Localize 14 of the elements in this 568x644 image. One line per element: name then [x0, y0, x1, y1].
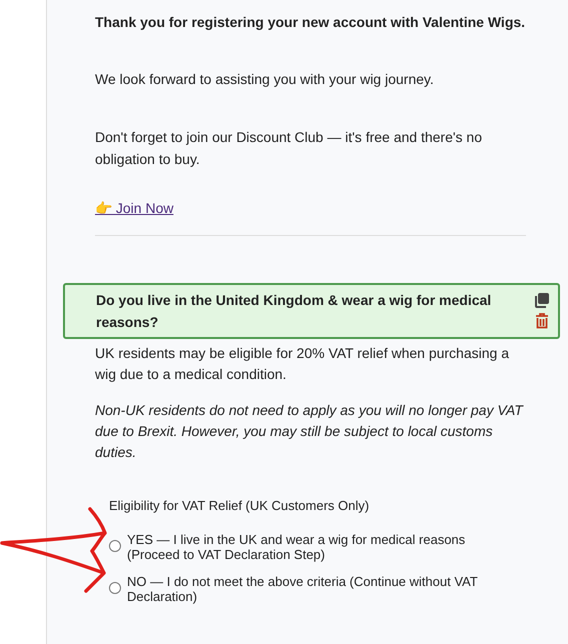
- option-label: NO — I do not meet the above criteria (Continue without VAT Declaration): [127, 574, 478, 604]
- join-now-link[interactable]: 👉 Join Now: [95, 198, 174, 218]
- intro-paragraph: We look forward to assisting you with your wig journey.: [95, 70, 435, 89]
- option-label: YES — I live in the UK and wear a wig for medical reasons (Proceed to VAT Declaration Step): [127, 532, 466, 562]
- info-paragraph: Non-UK residents do not need to apply as you will no longer pay VAT due to Brexit. However, you may still be subject to local customs duties.: [95, 401, 524, 462]
- welcome-heading: Thank you for registering your new account with Valentine Wigs.: [95, 13, 526, 32]
- copy-icon[interactable]: [533, 292, 550, 309]
- intro-paragraph: Don't forget to join our Discount Club — it's free and there's no obligation to buy.: [95, 128, 483, 169]
- radio-button[interactable]: [109, 540, 121, 552]
- radio-button[interactable]: [109, 582, 121, 594]
- trash-icon[interactable]: [534, 313, 548, 329]
- question-title: Do you live in the United Kingdom & wear a wig for medical reasons?: [96, 291, 492, 332]
- eligibility-label: Eligibility for VAT Relief (UK Customers Only): [109, 498, 370, 514]
- info-paragraph: UK residents may be eligible for 20% VAT relief when purchasing a wig due to a medical condition.: [95, 344, 510, 384]
